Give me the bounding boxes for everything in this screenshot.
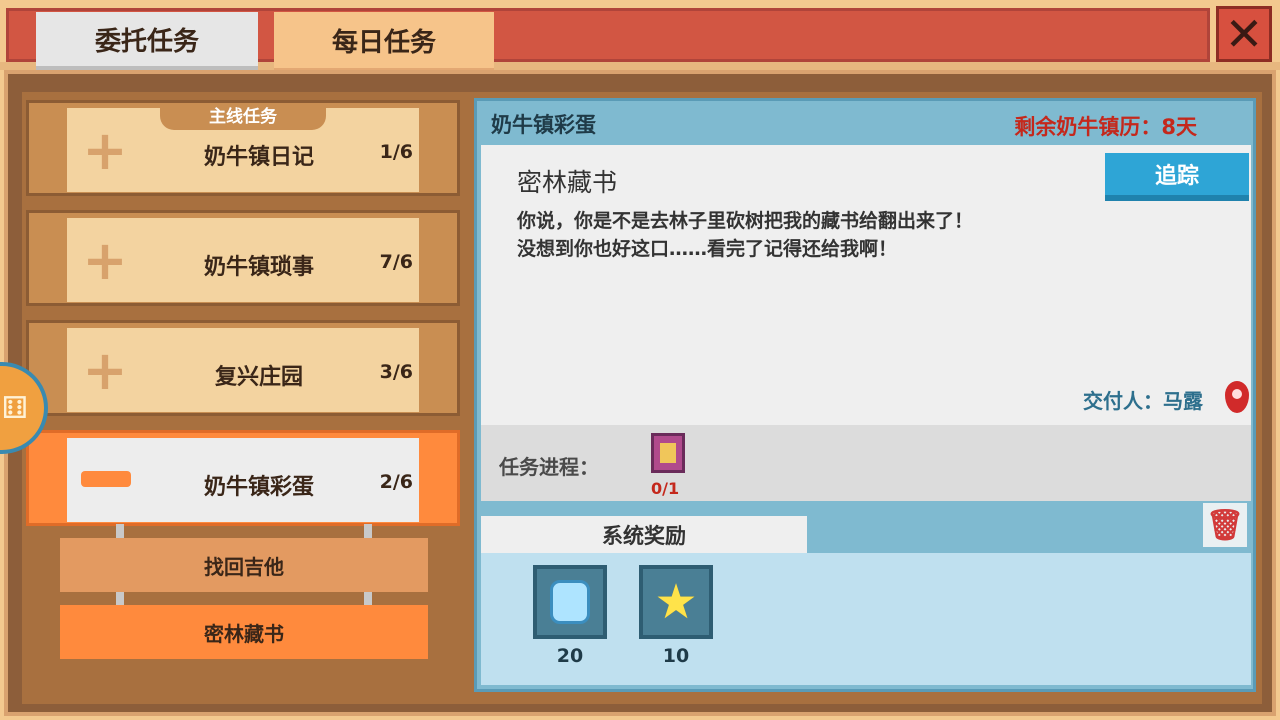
gem-icon [550, 580, 590, 624]
game-window: 委托任务 每日任务 ✕ + 奶牛镇日记 1/6 主线任务 + 奶牛镇琐事 7/6… [0, 0, 1280, 720]
progress-label: 任务进程： [499, 455, 599, 479]
quest-name: 奶牛镇日记 [203, 145, 314, 170]
close-button[interactable]: ✕ [1216, 6, 1272, 62]
dice-icon: ⚅ [1, 390, 28, 426]
sub-quest-guitar[interactable]: 找回吉他 [60, 538, 428, 592]
tab-commission[interactable]: 委托任务 [36, 12, 258, 72]
sub-quest-label: 密林藏书 [204, 621, 284, 646]
reward-star[interactable]: ★ [639, 565, 713, 639]
detail-body: 密林藏书 你说，你是不是去林子里砍树把我的藏书给翻出来了！ 没想到你也好这口……… [481, 145, 1251, 425]
quest-name: 奶牛镇琐事 [203, 255, 314, 280]
reward-area: 20 ★ 10 [481, 553, 1251, 685]
trash-icon: 🗑 [1205, 507, 1245, 543]
sub-quest-connector [116, 592, 124, 605]
location-pin-icon[interactable] [1225, 381, 1249, 413]
tab-daily-label: 每日任务 [331, 27, 436, 58]
deliver-npc: 交付人：马露 [1083, 389, 1203, 413]
delete-button[interactable]: 🗑 [1203, 503, 1247, 547]
quest-count: 1/6 [379, 141, 413, 163]
plus-icon: + [82, 339, 128, 402]
progress-area: 任务进程： 0/1 [481, 425, 1251, 501]
progress-count: 0/1 [651, 479, 680, 498]
star-icon: ★ [654, 574, 698, 630]
reward-tab-label: 系统奖励 [602, 523, 686, 548]
reward-count: 10 [662, 645, 690, 667]
sub-quest-connector [116, 524, 124, 538]
sub-quest-connector [364, 592, 372, 605]
reward-gem[interactable] [533, 565, 607, 639]
quest-subtitle: 密林藏书 [517, 168, 618, 197]
quest-item-revive[interactable]: + 复兴庄园 3/6 [26, 320, 460, 416]
plus-icon: + [82, 229, 128, 292]
quest-item-chores[interactable]: + 奶牛镇琐事 7/6 [26, 210, 460, 306]
quest-detail-panel: 奶牛镇彩蛋 剩余奶牛镇历：8天 密林藏书 你说，你是不是去林子里砍树把我的藏书给… [474, 98, 1256, 692]
sub-quest-books[interactable]: 密林藏书 [60, 605, 428, 659]
track-button-label: 追踪 [1154, 164, 1199, 189]
sub-quest-connector [364, 524, 372, 538]
reward-count: 20 [556, 645, 584, 667]
quest-item-easter-egg[interactable]: 奶牛镇彩蛋 2/6 [26, 430, 460, 526]
sub-quest-label: 找回吉他 [204, 554, 284, 579]
tab-commission-label: 委托任务 [94, 26, 199, 57]
quest-name: 奶牛镇彩蛋 [203, 475, 314, 500]
tab-daily[interactable]: 每日任务 [274, 12, 494, 72]
quest-description: 你说，你是不是去林子里砍树把我的藏书给翻出来了！ 没想到你也好这口……看完了记得… [517, 210, 974, 260]
minus-icon [81, 471, 131, 487]
main-quest-label: 主线任务 [160, 104, 326, 130]
detail-title: 奶牛镇彩蛋 [491, 113, 596, 137]
book-icon[interactable] [651, 433, 685, 473]
close-icon: ✕ [1224, 7, 1264, 61]
plus-icon: + [82, 119, 128, 182]
quest-count: 3/6 [379, 361, 413, 383]
track-button[interactable]: 追踪 [1105, 153, 1249, 201]
remaining-days: 剩余奶牛镇历：8天 [1014, 115, 1197, 139]
quest-count: 2/6 [379, 471, 413, 493]
quest-name: 复兴庄园 [214, 365, 303, 390]
quest-count: 7/6 [379, 251, 413, 273]
reward-tab[interactable]: 系统奖励 [481, 513, 807, 553]
